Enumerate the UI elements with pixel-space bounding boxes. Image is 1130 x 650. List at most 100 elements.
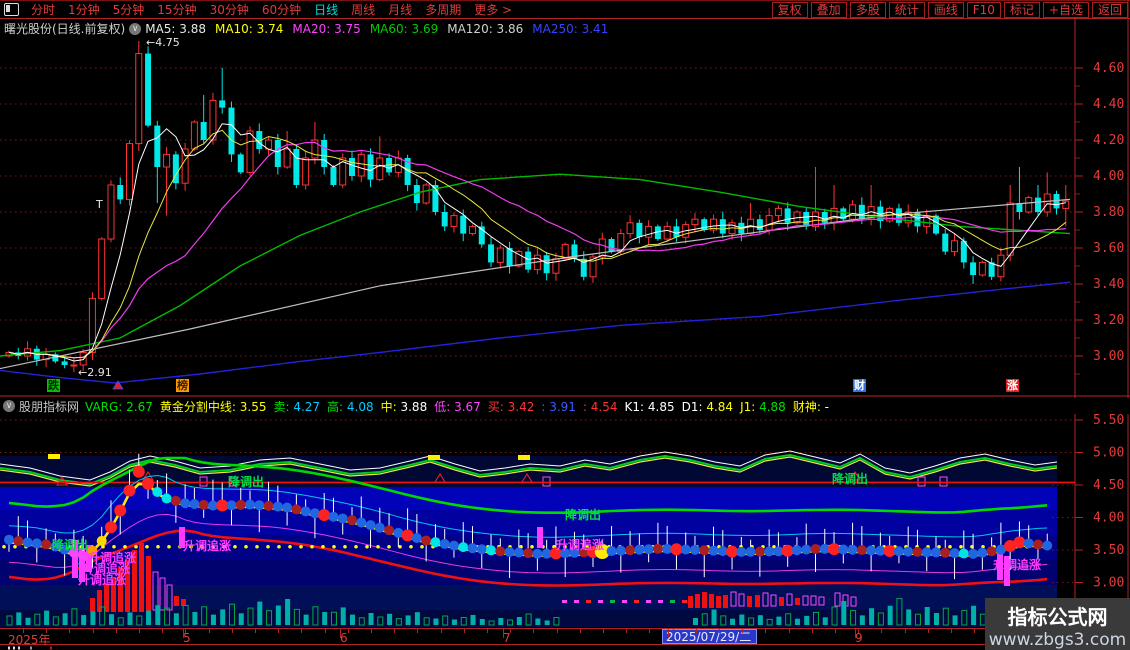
golden-mid-dot [145, 545, 149, 549]
golden-mid-dot [409, 545, 413, 549]
yellow-mark [48, 454, 60, 459]
vol-bar-cyan [712, 610, 717, 625]
dash-mark [682, 600, 687, 603]
indicator-header: ∨ 股朋指标网 VARG: 2.67黄金分割中线: 3.55卖: 4.27高: … [0, 398, 1130, 414]
vol-bar-cyan [860, 615, 865, 625]
indicator-dot [318, 509, 330, 521]
golden-mid-dot [365, 545, 369, 549]
chevron-down-icon[interactable]: ∨ [3, 400, 15, 412]
x-axis-tick [255, 629, 256, 633]
vol-bar-cyan [322, 612, 327, 625]
vol-bar-cyan [63, 613, 68, 625]
golden-mid-dot [354, 545, 358, 549]
candle-down [62, 361, 68, 365]
vol-bar-cyan [953, 615, 958, 625]
chart-badge-3[interactable]: 涨 [1006, 379, 1019, 392]
stock-app-window: { "toolbar": { "left_items": [ {"label":… [0, 0, 1130, 650]
indicator-dot [782, 545, 794, 557]
chart-badge-1[interactable]: 榜 [176, 379, 189, 392]
candle-up [191, 122, 197, 149]
x-axis-tick [69, 629, 70, 633]
time-axis[interactable]: 2025/07/29/二 2025年5679 [0, 628, 1130, 645]
indicator-dot [282, 503, 292, 513]
mid-bar-red [146, 556, 151, 612]
panel-price-label: 4.50 [1093, 478, 1124, 493]
candle-down [757, 219, 763, 230]
chart-badge-2[interactable]: 财 [853, 379, 866, 392]
yellow-mark [518, 455, 530, 460]
indicator-dot [226, 500, 236, 510]
x-axis-tick [185, 629, 186, 633]
vol-bar-cyan [545, 621, 550, 626]
indicator-dot [384, 525, 394, 535]
golden-mid-dot [310, 545, 314, 549]
indicator-dot [412, 533, 422, 543]
indicator-dot [356, 517, 366, 527]
candle-down [914, 212, 920, 226]
x-axis-tick [325, 629, 326, 633]
indicator-dot [23, 537, 33, 547]
dash-mark [562, 600, 567, 603]
indicator-item-4: 中: 3.88 [381, 400, 428, 414]
panel-price-label: 3.00 [1093, 576, 1124, 591]
indicator-dot [189, 499, 199, 509]
indicator-dot [884, 545, 896, 557]
golden-mid-dot [134, 545, 138, 549]
indicator-dot [199, 500, 209, 510]
vol-bar-cyan [276, 606, 281, 626]
candle-down [460, 216, 466, 234]
candle-down [293, 149, 299, 185]
indicator-dot [940, 548, 950, 558]
candle-down [544, 255, 550, 273]
indicator-dot [216, 500, 228, 512]
indicator-dot [449, 541, 459, 551]
indicator-dot [347, 515, 357, 525]
panel-price-label: 4.00 [1093, 511, 1124, 526]
candle-down [525, 252, 531, 270]
x-axis-tick [626, 629, 627, 633]
x-axis-tick [557, 629, 558, 633]
vol-bar-cyan [480, 619, 485, 625]
vol-bar-cyan [888, 606, 893, 625]
indicator-dot [162, 493, 172, 503]
candle-down [201, 122, 207, 140]
candle-up [451, 216, 457, 227]
x-axis-tick [789, 629, 790, 633]
indicator-dot [866, 545, 876, 555]
vol-bar-cyan [90, 612, 95, 626]
indicator-dot [273, 502, 283, 512]
indicator-dot [644, 544, 654, 554]
indicator-dot [254, 500, 264, 510]
x-axis-tick [301, 629, 302, 633]
vol-bar-cyan [44, 611, 49, 625]
x-axis-tick [487, 629, 488, 633]
indicator-dot [532, 549, 542, 559]
x-axis-tick [394, 629, 395, 633]
mid-bar-red [702, 592, 707, 608]
x-axis-tick [209, 629, 210, 633]
golden-mid-dot [233, 545, 237, 549]
indicator-dot [41, 539, 51, 549]
indicator-dot [634, 545, 644, 555]
candle-up [775, 208, 781, 215]
indicator-dot [142, 478, 154, 490]
indicator-dot [792, 545, 802, 555]
indicator-item-1: 黄金分割中线: 3.55 [160, 400, 267, 414]
indicator-dot [430, 537, 440, 547]
indicator-dot [709, 546, 719, 556]
x-axis-tick [858, 629, 859, 633]
chart-badge-0[interactable]: 跌 [47, 379, 60, 392]
indicator-dot [114, 505, 126, 517]
indicator-dot [931, 547, 941, 557]
x-axis-tick [951, 629, 952, 633]
x-axis-tick [278, 629, 279, 633]
candle-up [182, 149, 188, 183]
x-axis-month-tick [503, 629, 504, 638]
price-label: 3.40 [1093, 277, 1124, 292]
golden-mid-dot [332, 545, 336, 549]
indicator-dot [4, 535, 14, 545]
indicator-dot [291, 504, 301, 514]
candle-down [859, 205, 865, 219]
candle-up [127, 144, 133, 200]
vol-bar-cyan [795, 619, 800, 625]
